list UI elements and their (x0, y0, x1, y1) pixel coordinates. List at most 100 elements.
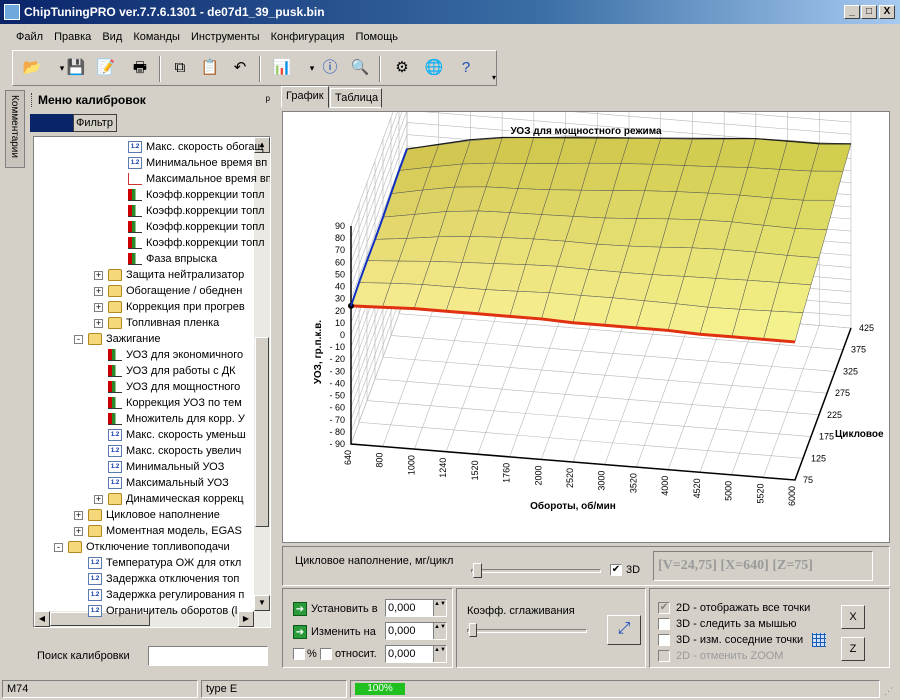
scroll-down-icon[interactable]: ▼ (254, 595, 270, 611)
paste-icon[interactable]: 📋 (197, 55, 223, 81)
tab-graph[interactable]: График (281, 86, 329, 108)
tree-item[interactable]: 1.2 Макс. скорость увелич (108, 443, 241, 459)
tree-item[interactable]: Коэфф.коррекции топл (128, 203, 265, 219)
tree-item[interactable]: Защита нейтрализатор (108, 267, 244, 283)
tree-item[interactable]: Множитель для корр. У (108, 411, 245, 427)
tree-item[interactable]: 1.2 Макс. скорость обогащ (128, 139, 264, 155)
opt-3d-follow-mouse-checkbox[interactable] (658, 618, 670, 630)
surface-chart[interactable]: 90 80 70 60 50 40 30 20 10 0 - 10 - 20 - 30 - 40 - 50 -… (283, 73, 889, 542)
opt-2d-all-points-checkbox[interactable]: ✔ (658, 602, 670, 614)
tree-item[interactable]: УОЗ для мощностного (108, 379, 240, 395)
expand-icon[interactable]: + (94, 319, 103, 328)
help-icon[interactable]: ? (453, 55, 479, 81)
filter-tab[interactable]: Фильтр (73, 114, 117, 132)
tree-item[interactable]: Динамическая коррекц (108, 491, 244, 507)
calibration-tree[interactable]: ▲ ▼ ◀ ▶ 1.2 Макс. скорость обогащ 1.2 Миним… (33, 136, 271, 628)
settings-icon[interactable]: ⚙ (389, 55, 415, 81)
tree-item[interactable]: 1.2 Задержка регулирования п (88, 587, 244, 603)
menu-tools[interactable]: Инструменты (187, 26, 264, 43)
open-folder-icon[interactable]: 📂 (19, 55, 45, 81)
copy-icon[interactable]: ⧉ (167, 55, 193, 81)
tree-item[interactable]: 1.2 Минимальный УОЗ (108, 459, 224, 475)
opt-3d-neighbors-checkbox[interactable] (658, 634, 670, 646)
tree-item[interactable]: 1.2 Минимальное время вп (128, 155, 267, 171)
tree-item[interactable]: 1.2 Задержка отключения топ (88, 571, 239, 587)
expand-icon[interactable]: + (94, 495, 103, 504)
tree-item[interactable]: Коэфф.коррекции топл (128, 235, 265, 251)
checkbox-3d[interactable]: ✔ (610, 564, 622, 576)
scroll-thumb[interactable] (255, 337, 269, 527)
menu-config[interactable]: Конфигурация (267, 26, 349, 43)
expand-icon[interactable]: + (94, 287, 103, 296)
menu-view[interactable]: Вид (98, 26, 126, 43)
expand-icon[interactable]: + (94, 271, 103, 280)
change-value-button[interactable]: ➔ (293, 625, 307, 639)
set-value-button[interactable]: ➔ (293, 602, 307, 616)
tree-item[interactable]: 1.2 Максимальный УОЗ (108, 475, 229, 491)
undo-icon[interactable]: ↶ (227, 55, 253, 81)
slider-thumb[interactable] (473, 563, 482, 578)
tree-item[interactable]: Моментная модель, EGAS (88, 523, 242, 539)
tree-item[interactable]: Коэфф.коррекции топл (128, 219, 265, 235)
tree-item[interactable]: Коэфф.коррекции топл (128, 187, 265, 203)
percent-checkbox[interactable] (293, 648, 305, 660)
spin-arrows-icon[interactable]: ▲▼ (433, 623, 446, 639)
pin-icon[interactable]: ᵖ (265, 93, 270, 107)
tree-item[interactable]: Цикловое наполнение (88, 507, 220, 523)
smoothing-thumb[interactable] (469, 623, 477, 637)
change-value-input[interactable]: 0,000 ▲▼ (385, 622, 447, 640)
relative-value-input[interactable]: 0,000 ▲▼ (385, 645, 447, 663)
spin-arrows-icon[interactable]: ▲▼ (433, 646, 446, 662)
tree-item[interactable]: Максимальное время вп (128, 171, 270, 187)
tree-item[interactable]: Коррекция при прогрев (108, 299, 245, 315)
tree-item[interactable]: Зажигание (88, 331, 161, 347)
expand-icon[interactable]: + (74, 527, 83, 536)
expand-icon[interactable]: + (74, 511, 83, 520)
scroll-left-icon[interactable]: ◀ (34, 611, 50, 627)
x-button[interactable]: X (841, 605, 865, 629)
smooth-apply-button[interactable]: ⤢ (607, 615, 641, 645)
grid-icon[interactable] (812, 633, 826, 647)
tree-item[interactable]: УОЗ для работы с ДК (108, 363, 236, 379)
minimize-button[interactable]: _ (844, 5, 860, 19)
relative-checkbox[interactable] (320, 648, 332, 660)
tab-table[interactable]: Таблица (330, 88, 382, 108)
print-icon[interactable]: 🖶 (127, 55, 153, 81)
tree-item[interactable]: Отключение топливоподачи (68, 539, 230, 555)
spin-arrows-icon[interactable]: ▲▼ (433, 600, 446, 616)
compare-icon[interactable]: 🔍 (347, 55, 373, 81)
tree-item[interactable]: Коррекция УОЗ по тем (108, 395, 242, 411)
slice-slider[interactable] (471, 555, 601, 581)
info-icon[interactable]: ⓘ (317, 55, 343, 81)
save-icon[interactable]: 💾 (63, 55, 89, 81)
menu-file[interactable]: Файл (12, 26, 47, 43)
save-as-icon[interactable]: 📝 (93, 55, 119, 81)
tree-item[interactable]: 1.2 Макс. скорость уменьш (108, 427, 246, 443)
expand-icon[interactable]: + (94, 303, 103, 312)
menu-commands[interactable]: Команды (129, 26, 184, 43)
smoothing-slider[interactable] (467, 623, 587, 645)
tree-item[interactable]: УОЗ для экономичного (108, 347, 243, 363)
z-button[interactable]: Z (841, 637, 865, 661)
tree-item[interactable]: Фаза впрыска (128, 251, 217, 267)
comments-side-tab[interactable]: Комментарии (5, 90, 25, 168)
tree-item[interactable]: 1.2 Ограничитель оборотов (l (88, 603, 237, 619)
scroll-right-icon[interactable]: ▶ (238, 611, 254, 627)
set-value-input[interactable]: 0,000 ▲▼ (385, 599, 447, 617)
chart-icon[interactable]: 📊 (269, 55, 295, 81)
tree-item[interactable]: Обогащение / обеднен (108, 283, 242, 299)
chart-area[interactable]: 90 80 70 60 50 40 30 20 10 0 - 10 - 20 - 30 - 40 - 50 -… (282, 73, 890, 543)
collapse-icon[interactable]: - (54, 543, 63, 552)
y-tick-label: - 40 (329, 378, 345, 388)
internet-icon[interactable]: 🌐 (421, 55, 447, 81)
search-input[interactable] (148, 646, 268, 666)
menu-edit[interactable]: Правка (50, 26, 95, 43)
resize-grip-icon[interactable]: ⋰ (884, 686, 893, 697)
tree-item[interactable]: 1.2 Температура ОЖ для откл (88, 555, 241, 571)
tree-tab[interactable] (30, 114, 73, 132)
menu-help[interactable]: Помощь (352, 26, 403, 43)
collapse-icon[interactable]: - (74, 335, 83, 344)
close-button[interactable]: X (879, 5, 895, 19)
tree-item[interactable]: Топливная пленка (108, 315, 219, 331)
maximize-button[interactable]: □ (861, 5, 877, 19)
